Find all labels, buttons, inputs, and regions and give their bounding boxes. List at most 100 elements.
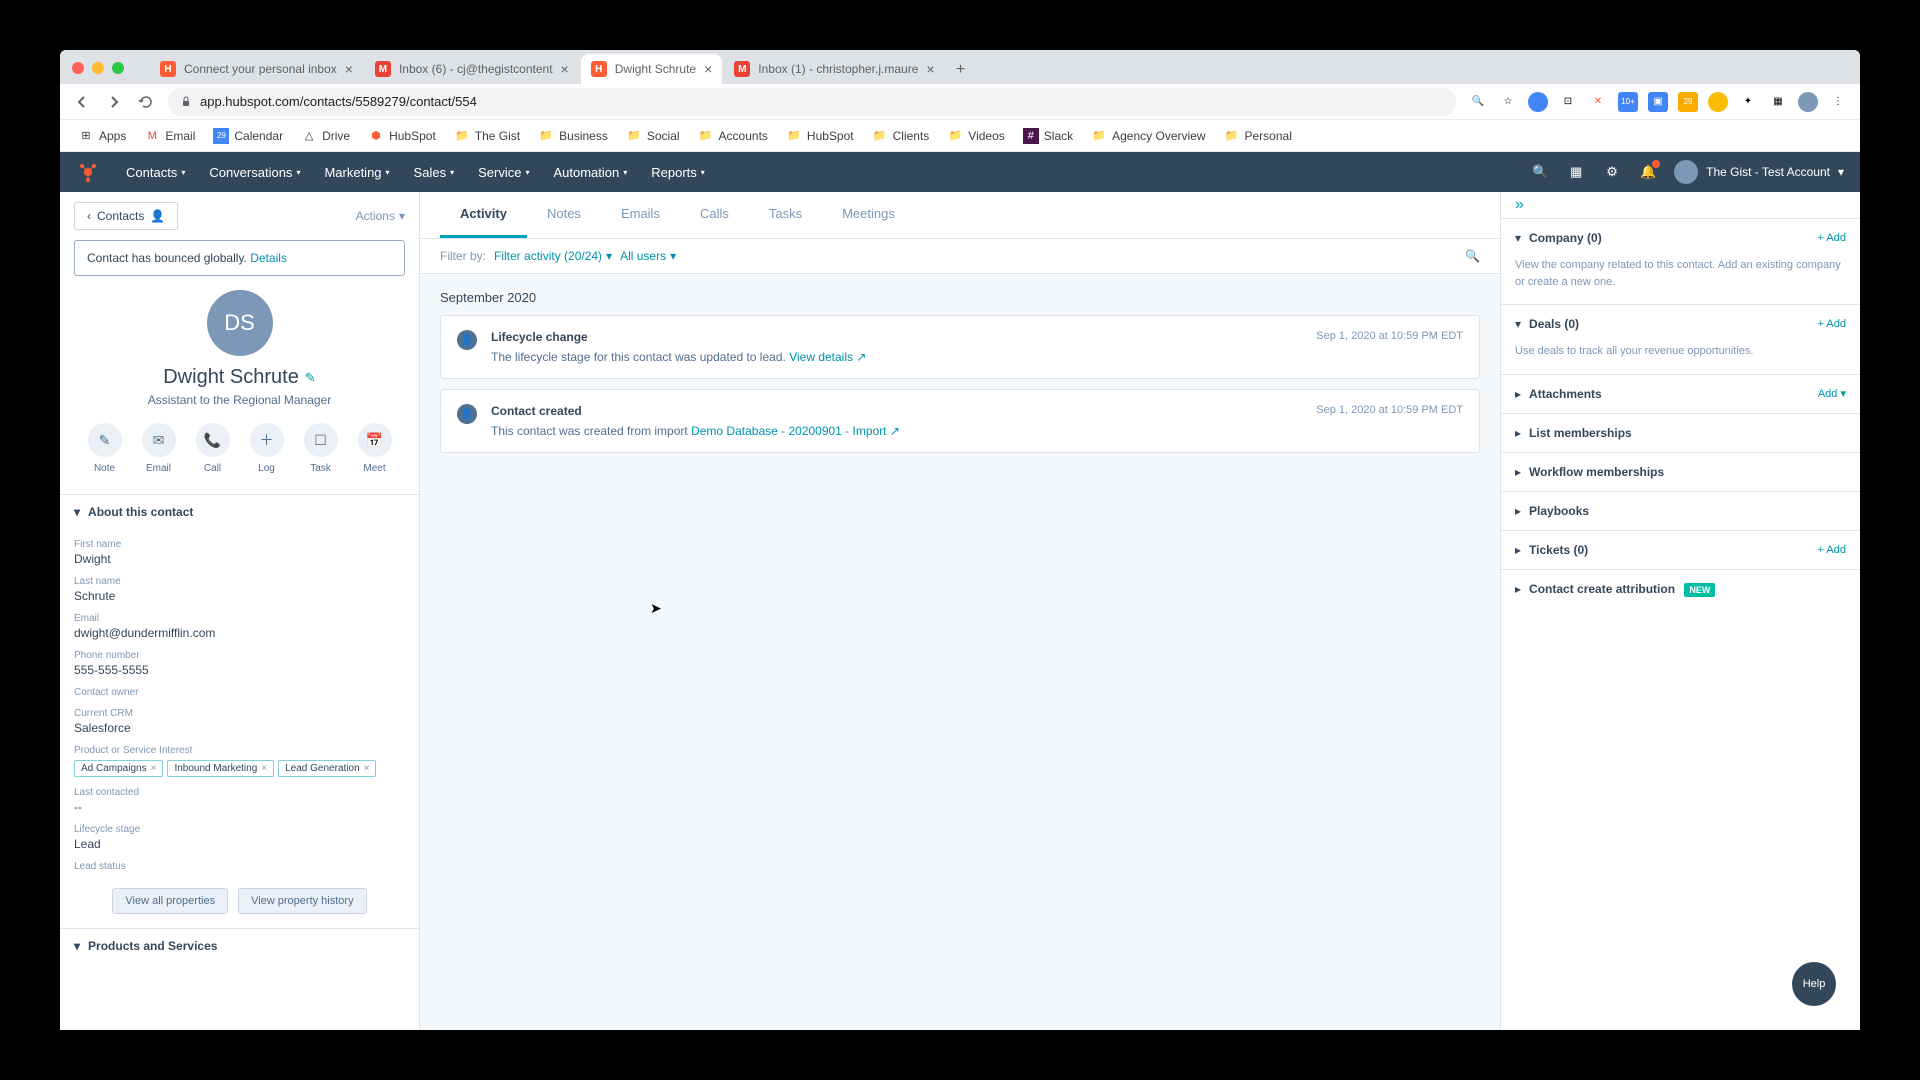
list-memberships-header[interactable]: ▸ List memberships bbox=[1501, 414, 1860, 452]
bookmark-folder[interactable]: 📁Personal bbox=[1218, 124, 1298, 148]
tab-notes[interactable]: Notes bbox=[527, 192, 601, 238]
bookmark-folder[interactable]: 📁The Gist bbox=[448, 124, 526, 148]
tag[interactable]: Inbound Marketing× bbox=[167, 760, 274, 777]
nav-contacts[interactable]: Contacts▾ bbox=[116, 159, 195, 186]
first-name-value[interactable]: Dwight bbox=[74, 552, 405, 566]
browser-tab-active[interactable]: H Dwight Schrute × bbox=[581, 54, 723, 84]
remove-tag-icon[interactable]: × bbox=[151, 763, 157, 774]
browser-tab[interactable]: M Inbox (6) - cj@thegistcontent × bbox=[365, 54, 579, 84]
tab-tasks[interactable]: Tasks bbox=[749, 192, 822, 238]
attribution-header[interactable]: ▸ Contact create attribution NEW bbox=[1501, 570, 1860, 608]
view-all-properties-button[interactable]: View all properties bbox=[112, 888, 228, 914]
deals-header[interactable]: ▾ Deals (0) + Add bbox=[1501, 305, 1860, 343]
bookmark-folder[interactable]: 📁Accounts bbox=[692, 124, 774, 148]
menu-icon[interactable]: ⋮ bbox=[1828, 92, 1848, 112]
search-timeline-icon[interactable]: 🔍 bbox=[1465, 249, 1480, 263]
edit-icon[interactable]: ✎ bbox=[305, 370, 316, 386]
close-tab-icon[interactable]: × bbox=[704, 61, 712, 77]
meet-button[interactable]: 📅Meet bbox=[358, 423, 392, 474]
remove-tag-icon[interactable]: × bbox=[364, 763, 370, 774]
note-button[interactable]: ✎Note bbox=[88, 423, 122, 474]
nav-service[interactable]: Service▾ bbox=[468, 159, 539, 186]
close-window-icon[interactable] bbox=[72, 62, 84, 74]
bookmark-calendar[interactable]: 29Calendar bbox=[207, 124, 289, 148]
bookmark-folder[interactable]: 📁Social bbox=[620, 124, 686, 148]
timeline-event[interactable]: 👤 Sep 1, 2020 at 10:59 PM EDT Contact cr… bbox=[440, 389, 1480, 453]
collapse-panel-icon[interactable]: » bbox=[1501, 192, 1860, 218]
browser-tab[interactable]: H Connect your personal inbox × bbox=[150, 54, 363, 84]
search-icon[interactable]: 🔍 bbox=[1468, 92, 1488, 112]
add-deal-link[interactable]: + Add bbox=[1818, 318, 1846, 330]
tab-emails[interactable]: Emails bbox=[601, 192, 680, 238]
task-button[interactable]: ☐Task bbox=[304, 423, 338, 474]
about-contact-header[interactable]: ▾ About this contact bbox=[60, 494, 419, 529]
tab-activity[interactable]: Activity bbox=[440, 192, 527, 238]
add-attachment-link[interactable]: Add ▾ bbox=[1818, 387, 1846, 400]
notifications-icon[interactable]: 🔔 bbox=[1638, 162, 1658, 182]
minimize-window-icon[interactable] bbox=[92, 62, 104, 74]
details-link[interactable]: Details bbox=[250, 251, 287, 265]
remove-tag-icon[interactable]: × bbox=[261, 763, 267, 774]
tab-calls[interactable]: Calls bbox=[680, 192, 749, 238]
crm-value[interactable]: Salesforce bbox=[74, 721, 405, 735]
extension-icon[interactable]: 10+ bbox=[1618, 92, 1638, 112]
extension-icon[interactable]: 29 bbox=[1678, 92, 1698, 112]
extension-icon[interactable] bbox=[1708, 92, 1728, 112]
bookmark-folder[interactable]: 📁Clients bbox=[866, 124, 936, 148]
phone-value[interactable]: 555-555-5555 bbox=[74, 663, 405, 677]
all-users-dropdown[interactable]: All users ▾ bbox=[620, 249, 676, 263]
url-field[interactable]: app.hubspot.com/contacts/5589279/contact… bbox=[168, 88, 1456, 116]
tickets-header[interactable]: ▸ Tickets (0) + Add bbox=[1501, 531, 1860, 569]
extension-icon[interactable] bbox=[1528, 92, 1548, 112]
nav-conversations[interactable]: Conversations▾ bbox=[199, 159, 310, 186]
workflow-memberships-header[interactable]: ▸ Workflow memberships bbox=[1501, 453, 1860, 491]
extension-icon[interactable]: ▦ bbox=[1768, 92, 1788, 112]
email-button[interactable]: ✉Email bbox=[142, 423, 176, 474]
bookmark-drive[interactable]: △Drive bbox=[295, 124, 356, 148]
close-tab-icon[interactable]: × bbox=[926, 61, 934, 77]
add-ticket-link[interactable]: + Add bbox=[1818, 544, 1846, 556]
tag[interactable]: Lead Generation× bbox=[278, 760, 376, 777]
attachments-header[interactable]: ▸ Attachments Add ▾ bbox=[1501, 375, 1860, 413]
tag[interactable]: Ad Campaigns× bbox=[74, 760, 163, 777]
add-company-link[interactable]: + Add bbox=[1818, 232, 1846, 244]
timeline-event[interactable]: 👤 Sep 1, 2020 at 10:59 PM EDT Lifecycle … bbox=[440, 315, 1480, 379]
last-name-value[interactable]: Schrute bbox=[74, 589, 405, 603]
bookmark-email[interactable]: MEmail bbox=[138, 124, 201, 148]
nav-automation[interactable]: Automation▾ bbox=[543, 159, 637, 186]
account-menu[interactable]: The Gist - Test Account ▾ bbox=[1674, 160, 1844, 184]
maximize-window-icon[interactable] bbox=[112, 62, 124, 74]
actions-menu[interactable]: Actions ▾ bbox=[356, 209, 405, 223]
settings-icon[interactable]: ⚙ bbox=[1602, 162, 1622, 182]
nav-marketing[interactable]: Marketing▾ bbox=[314, 159, 399, 186]
nav-reports[interactable]: Reports▾ bbox=[641, 159, 715, 186]
tab-meetings[interactable]: Meetings bbox=[822, 192, 915, 238]
back-to-contacts-button[interactable]: ‹ Contacts 👤 bbox=[74, 202, 178, 230]
reload-button[interactable] bbox=[136, 92, 156, 112]
bookmark-folder[interactable]: 📁HubSpot bbox=[780, 124, 860, 148]
view-property-history-button[interactable]: View property history bbox=[238, 888, 367, 914]
help-button[interactable]: Help bbox=[1792, 962, 1836, 1006]
lifecycle-value[interactable]: Lead bbox=[74, 837, 405, 851]
bookmark-folder[interactable]: 📁Agency Overview bbox=[1085, 124, 1211, 148]
profile-avatar-icon[interactable] bbox=[1798, 92, 1818, 112]
extension-icon[interactable]: ✕ bbox=[1588, 92, 1608, 112]
bookmark-hubspot[interactable]: ⬢HubSpot bbox=[362, 124, 442, 148]
interest-tags[interactable]: Ad Campaigns× Inbound Marketing× Lead Ge… bbox=[74, 760, 405, 777]
call-button[interactable]: 📞Call bbox=[196, 423, 230, 474]
email-value[interactable]: dwight@dundermifflin.com bbox=[74, 626, 405, 640]
playbooks-header[interactable]: ▸ Playbooks bbox=[1501, 492, 1860, 530]
company-header[interactable]: ▾ Company (0) + Add bbox=[1501, 219, 1860, 257]
contact-avatar[interactable]: DS bbox=[207, 290, 273, 356]
close-tab-icon[interactable]: × bbox=[345, 61, 353, 77]
star-icon[interactable]: ☆ bbox=[1498, 92, 1518, 112]
close-tab-icon[interactable]: × bbox=[561, 61, 569, 77]
nav-sales[interactable]: Sales▾ bbox=[404, 159, 465, 186]
browser-tab[interactable]: M Inbox (1) - christopher.j.maure × bbox=[724, 54, 944, 84]
bookmark-apps[interactable]: ⊞Apps bbox=[72, 124, 132, 148]
bookmark-folder[interactable]: 📁Business bbox=[532, 124, 614, 148]
log-button[interactable]: ＋Log bbox=[250, 423, 284, 474]
marketplace-icon[interactable]: ▦ bbox=[1566, 162, 1586, 182]
extension-icon[interactable]: ▣ bbox=[1648, 92, 1668, 112]
last-contacted-value[interactable]: -- bbox=[74, 800, 405, 814]
